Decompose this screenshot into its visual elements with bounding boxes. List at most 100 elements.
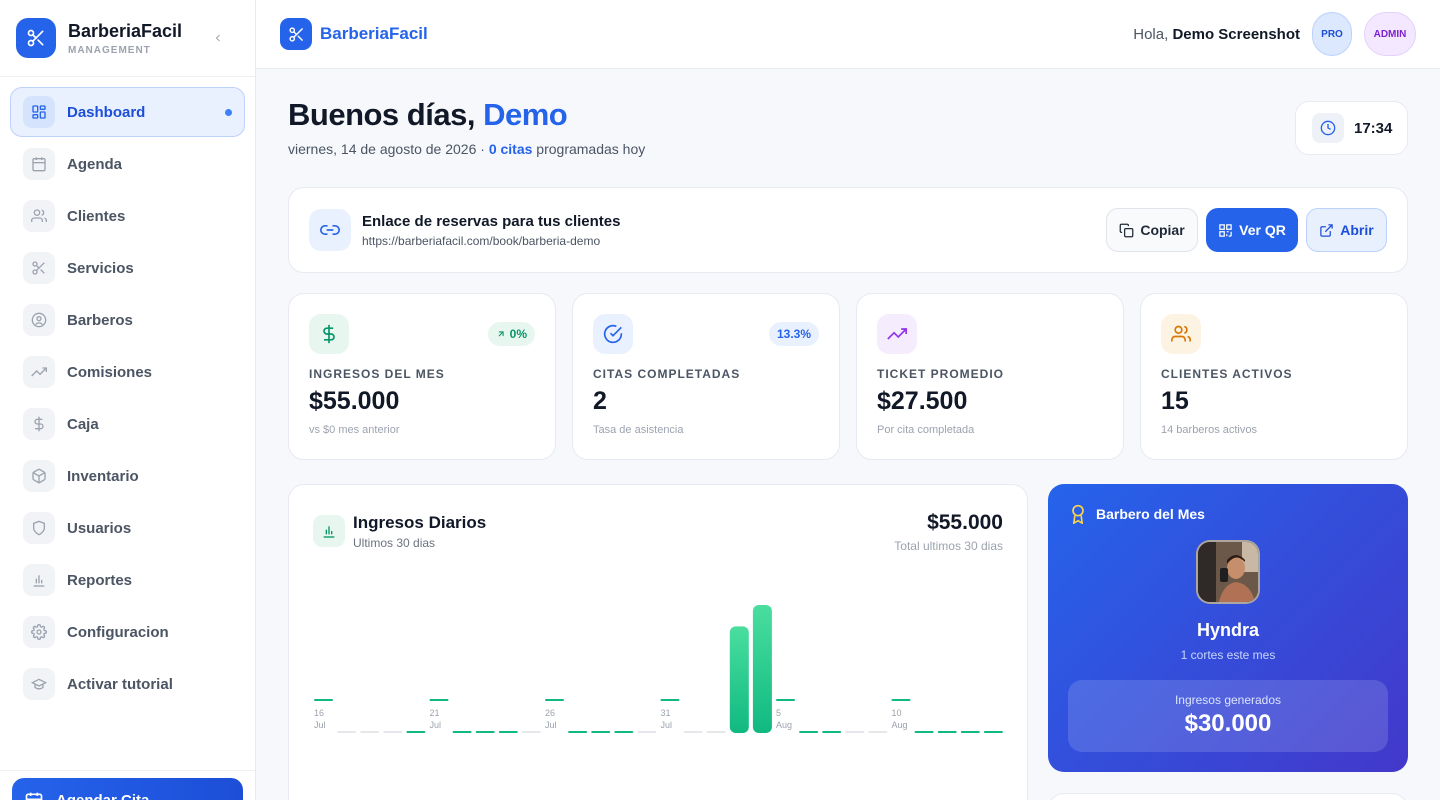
chart-bar[interactable]	[498, 731, 518, 733]
sidebar-item-activar-tutorial[interactable]: Activar tutorial	[10, 659, 245, 709]
sidebar-item-label: Configuracion	[67, 623, 169, 641]
stat-card-average-ticket[interactable]: TICKET PROMEDIO $27.500 Por cita complet…	[856, 293, 1124, 460]
sidebar-item-label: Agenda	[67, 155, 123, 173]
barber-revenue-label: Ingresos generados	[1174, 693, 1282, 707]
greeting-prefix: Hola,	[1133, 25, 1169, 43]
barber-cuts: 1 cortes este mes	[1180, 648, 1276, 662]
qr-code-icon	[1219, 223, 1232, 237]
calendar-icon	[25, 792, 43, 800]
stat-card-active-clients[interactable]: CLIENTES ACTIVOS 15 14 barberos activos	[1140, 293, 1408, 460]
chart-bar[interactable]	[360, 731, 380, 733]
sidebar-item-caja[interactable]: Caja	[10, 399, 245, 449]
chart-bar[interactable]	[706, 731, 726, 733]
sidebar-item-agenda[interactable]: Agenda	[10, 139, 245, 189]
sidebar-item-configuracion[interactable]: Configuracion	[10, 607, 245, 657]
chart-bar[interactable]	[822, 731, 842, 733]
sidebar-item-reportes[interactable]: Reportes	[10, 555, 245, 605]
sidebar-item-barberos[interactable]: Barberos	[10, 295, 245, 345]
sidebar-item-label: Usuarios	[67, 519, 132, 537]
sidebar-item-clientes[interactable]: Clientes	[10, 191, 245, 241]
sidebar-item-servicios[interactable]: Servicios	[10, 243, 245, 293]
chart-bar[interactable]	[960, 731, 980, 733]
chart-bar[interactable]	[729, 626, 749, 733]
sidebar-item-label: Comisiones	[67, 363, 153, 381]
barber-avatar	[1196, 540, 1260, 604]
chart-bar[interactable]	[406, 731, 426, 733]
sidebar-item-dashboard[interactable]: Dashboard	[10, 87, 245, 137]
shield-icon	[23, 512, 55, 544]
sidebar-item-usuarios[interactable]: Usuarios	[10, 503, 245, 553]
active-indicator	[225, 109, 232, 116]
calendar-icon	[23, 148, 55, 180]
chart-tick-month: Jul	[545, 720, 557, 730]
schedule-appointment-label: Agendar Cita	[56, 791, 150, 800]
chart-bar[interactable]	[752, 605, 772, 733]
chart-bar[interactable]	[521, 731, 541, 733]
stat-value: $55.000	[309, 387, 400, 415]
stats-row: 0% INGRESOS DEL MES $55.000 vs $0 mes an…	[288, 293, 1408, 460]
brand-name: BarberiaFacil	[68, 20, 183, 41]
copy-label: Copiar	[1140, 222, 1185, 238]
box-icon	[23, 460, 55, 492]
chart-bar[interactable]	[983, 731, 1003, 733]
chart-bar[interactable]	[891, 699, 911, 701]
user-name: Demo Screenshot	[1172, 25, 1300, 43]
plan-badge[interactable]: PRO	[1312, 12, 1352, 56]
sidebar-item-comisiones[interactable]: Comisiones	[10, 347, 245, 397]
chart-bar[interactable]	[568, 731, 588, 733]
chart-bar[interactable]	[614, 731, 634, 733]
chart-bar[interactable]	[776, 699, 795, 701]
chart-bar[interactable]	[545, 699, 564, 701]
scissors-icon	[23, 252, 55, 284]
sidebar-item-inventario[interactable]: Inventario	[10, 451, 245, 501]
dollar-icon	[23, 408, 55, 440]
chart-bar[interactable]	[429, 699, 449, 701]
booking-link-title: Enlace de reservas para tus clientes	[362, 212, 621, 230]
chart-bar[interactable]	[637, 731, 657, 733]
copy-link-button[interactable]: Copiar	[1106, 208, 1198, 252]
scissors-icon	[280, 18, 312, 50]
copy-icon	[1119, 223, 1134, 237]
brand-subtitle: MANAGEMENT	[68, 44, 151, 56]
user-greeting: Hola, Demo Screenshot	[1133, 26, 1300, 43]
collapse-sidebar-button[interactable]	[211, 28, 225, 48]
secondary-card	[1048, 793, 1408, 800]
open-label: Abrir	[1340, 222, 1374, 238]
chart-bar[interactable]	[314, 699, 333, 701]
sidebar-item-label: Caja	[67, 415, 99, 433]
chart-bar[interactable]	[799, 731, 819, 733]
chart-bar[interactable]	[683, 731, 703, 733]
role-badge[interactable]: ADMIN	[1364, 12, 1416, 56]
users-icon	[1161, 314, 1201, 354]
rate-badge: 13.3%	[768, 322, 819, 346]
topbar-brand[interactable]: BarberiaFacil	[320, 24, 428, 44]
stat-value: 2	[593, 387, 607, 415]
clock-widget: 17:34	[1295, 101, 1408, 155]
chart-bar[interactable]	[845, 731, 865, 733]
sidebar-item-label: Dashboard	[67, 103, 146, 121]
barber-name: Hyndra	[1196, 620, 1259, 640]
chart-bar[interactable]	[660, 699, 680, 701]
schedule-appointment-button[interactable]: Agendar Cita	[12, 778, 243, 800]
barber-of-month-card: Barbero del Mes Hyndra 1 cortes este mes…	[1048, 484, 1408, 772]
chart-bar[interactable]	[914, 731, 934, 733]
stat-card-appointments[interactable]: 13.3% CITAS COMPLETADAS 2 Tasa de asiste…	[572, 293, 840, 460]
chart-bar[interactable]	[337, 731, 357, 733]
stat-label: TICKET PROMEDIO	[877, 367, 1005, 381]
sidebar-item-label: Clientes	[67, 207, 126, 225]
sidebar: BarberiaFacil MANAGEMENT Dashboard Agend…	[0, 0, 256, 800]
chart-bar[interactable]	[383, 731, 403, 733]
chart-bar[interactable]	[937, 731, 957, 733]
trending-up-icon	[23, 356, 55, 388]
stat-card-revenue[interactable]: 0% INGRESOS DEL MES $55.000 vs $0 mes an…	[288, 293, 556, 460]
open-link-button[interactable]: Abrir	[1306, 208, 1387, 252]
chart-bar[interactable]	[591, 731, 611, 733]
appointments-count: 0 citas	[488, 141, 533, 157]
barber-revenue-value: $30.000	[1184, 710, 1272, 737]
chart-bar[interactable]	[868, 731, 888, 733]
chart-bar[interactable]	[475, 731, 495, 733]
user-circle-icon	[23, 304, 55, 336]
greeting-name: Demo	[483, 97, 568, 132]
chart-bar[interactable]	[452, 731, 472, 733]
view-qr-button[interactable]: Ver QR	[1206, 208, 1298, 252]
